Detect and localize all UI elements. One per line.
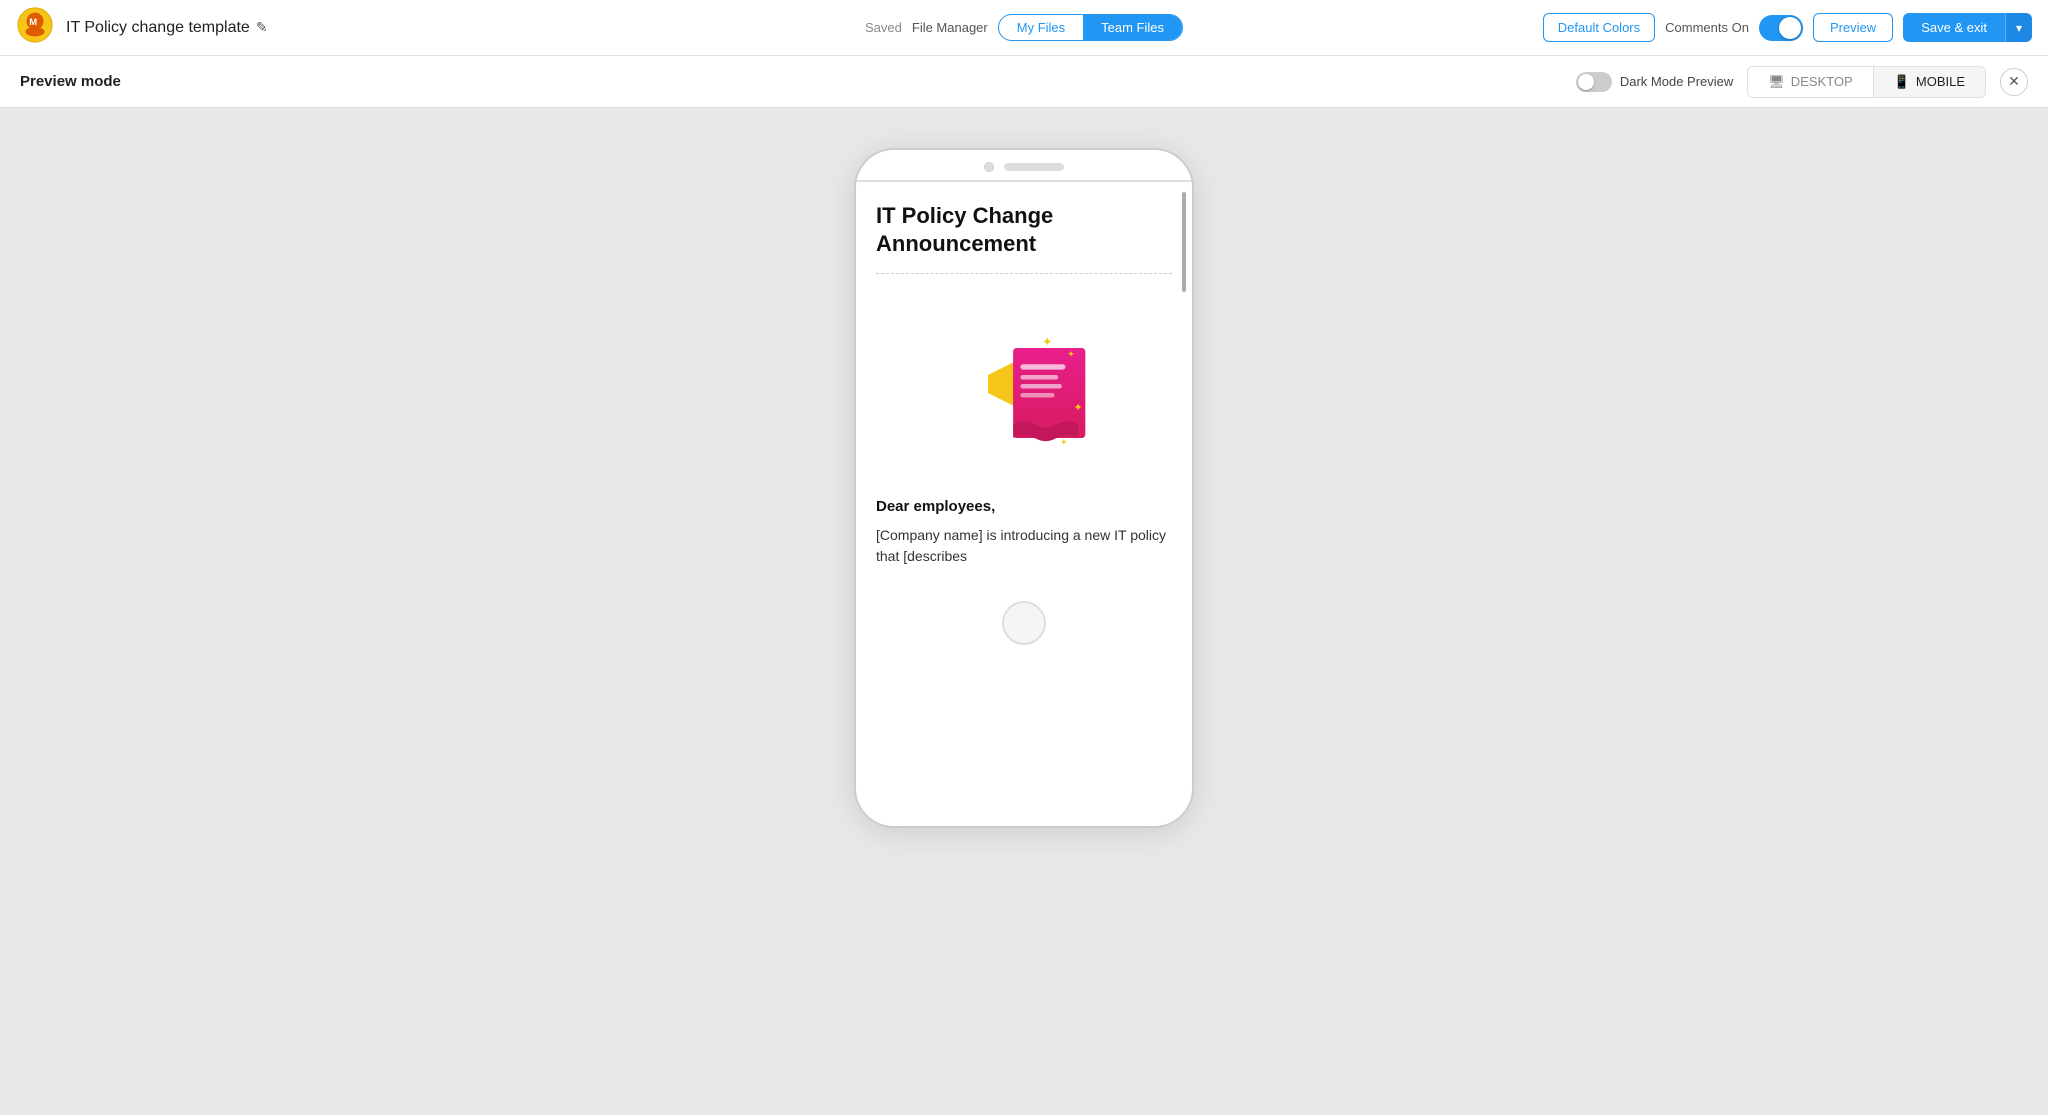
comments-toggle[interactable] — [1759, 15, 1803, 41]
phone-body: IT Policy Change Announcement — [856, 182, 1192, 587]
preview-bar-right: Dark Mode Preview 🖥 DESKTOP 📱 MOBILE ✕ — [1576, 66, 2028, 98]
mobile-view-button[interactable]: 📱 MOBILE — [1873, 67, 1985, 97]
svg-text:M: M — [29, 17, 37, 28]
team-files-button[interactable]: Team Files — [1083, 15, 1182, 40]
files-toggle-group: My Files Team Files — [998, 14, 1183, 41]
file-manager-label: File Manager — [912, 20, 988, 35]
email-title: IT Policy Change Announcement — [876, 202, 1172, 257]
default-colors-button[interactable]: Default Colors — [1543, 13, 1655, 42]
topbar-center: Saved File Manager My Files Team Files — [865, 14, 1183, 41]
svg-text:✦: ✦ — [1074, 402, 1083, 414]
email-illustration: ✦ ✦ ✦ ✦ — [876, 294, 1172, 474]
close-preview-button[interactable]: ✕ — [2000, 68, 2028, 96]
mobile-icon: 📱 — [1894, 74, 1910, 90]
preview-button[interactable]: Preview — [1813, 13, 1893, 42]
preview-canvas: IT Policy Change Announcement — [0, 108, 2048, 1115]
svg-text:✦: ✦ — [1060, 437, 1068, 447]
phone-mockup: IT Policy Change Announcement — [854, 148, 1194, 828]
email-divider — [876, 273, 1172, 274]
desktop-icon: 🖥 — [1768, 74, 1785, 90]
phone-speaker — [1004, 163, 1064, 171]
svg-text:✦: ✦ — [1067, 349, 1075, 359]
save-exit-dropdown-button[interactable]: ▾ — [2005, 13, 2032, 42]
topbar-right: Default Colors Comments On Preview Save … — [1543, 13, 2032, 42]
save-exit-group: Save & exit ▾ — [1903, 13, 2032, 42]
dark-mode-toggle: Dark Mode Preview — [1576, 72, 1733, 92]
preview-mode-label: Preview mode — [20, 73, 121, 90]
edit-icon[interactable]: ✎ — [256, 19, 268, 36]
phone-top-bar — [856, 150, 1192, 180]
phone-home-button[interactable] — [1002, 601, 1046, 645]
svg-text:✦: ✦ — [1042, 335, 1053, 349]
my-files-button[interactable]: My Files — [999, 15, 1083, 40]
topbar: M IT Policy change template ✎ Saved File… — [0, 0, 2048, 56]
document-title: IT Policy change template ✎ — [66, 19, 268, 37]
phone-camera — [984, 162, 994, 172]
dark-mode-switch[interactable] — [1576, 72, 1612, 92]
email-greeting: Dear employees, — [876, 498, 1172, 515]
desktop-view-button[interactable]: 🖥 DESKTOP — [1748, 67, 1872, 97]
dark-mode-label: Dark Mode Preview — [1620, 74, 1733, 89]
view-toggle-group: 🖥 DESKTOP 📱 MOBILE — [1747, 66, 1986, 98]
saved-label: Saved — [865, 20, 902, 35]
policy-illustration: ✦ ✦ ✦ ✦ — [934, 294, 1114, 474]
comments-on-label: Comments On — [1665, 20, 1749, 35]
phone-bottom — [856, 587, 1192, 661]
email-body-text: [Company name] is introducing a new IT p… — [876, 525, 1172, 567]
preview-bar: Preview mode Dark Mode Preview 🖥 DESKTOP… — [0, 56, 2048, 108]
save-exit-button[interactable]: Save & exit — [1903, 13, 2005, 42]
phone-email-content[interactable]: IT Policy Change Announcement — [856, 180, 1192, 587]
app-logo: M — [16, 6, 54, 49]
